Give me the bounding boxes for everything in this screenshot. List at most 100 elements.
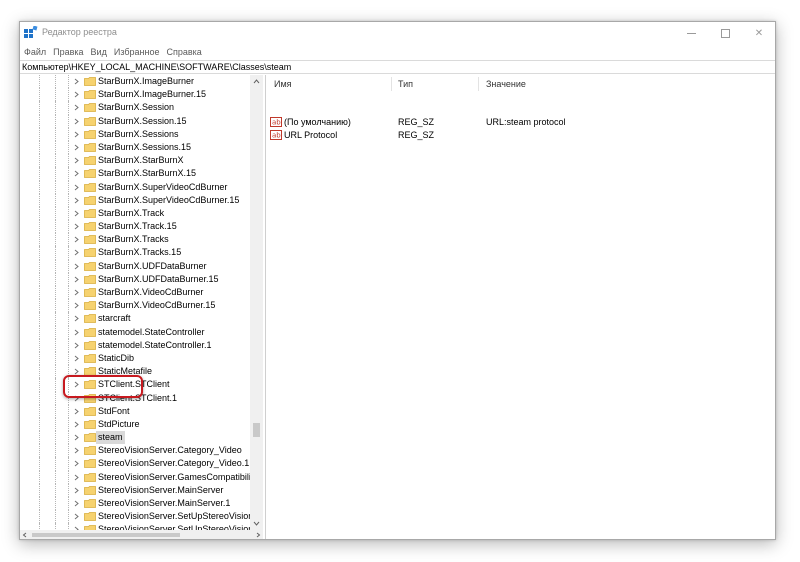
chevron-right-icon[interactable]	[73, 144, 80, 151]
tree-item[interactable]: StereoVisionServer.GamesCompatibility	[20, 470, 258, 484]
tree-item[interactable]: StarBurnX.SuperVideoCdBurner	[20, 180, 250, 194]
chevron-right-icon[interactable]	[73, 421, 80, 428]
maximize-button[interactable]	[709, 22, 741, 44]
tree-item[interactable]: StarBurnX.Tracks	[20, 233, 250, 247]
chevron-right-icon[interactable]	[73, 329, 80, 336]
chevron-right-icon[interactable]	[73, 513, 80, 520]
chevron-right-icon[interactable]	[73, 315, 80, 322]
tree-item[interactable]: StereoVisionServer.SetUpStereoVision	[20, 510, 253, 524]
tree-item-selected[interactable]: steam	[20, 431, 250, 445]
chevron-right-icon[interactable]	[73, 170, 80, 177]
tree-item[interactable]: StdFont	[20, 404, 250, 418]
chevron-right-icon[interactable]	[73, 342, 80, 349]
tree-item[interactable]: StarBurnX.ImageBurner.15	[20, 88, 250, 102]
tree-item[interactable]: StereoVisionServer.Category_Video.1	[20, 457, 250, 471]
pane-splitter[interactable]	[265, 75, 266, 539]
chevron-right-icon[interactable]	[73, 447, 80, 454]
tree-item[interactable]: statemodel.StateController.1	[20, 338, 250, 352]
column-header-type[interactable]: Тип	[398, 79, 413, 89]
tree-item[interactable]: StereoVisionServer.SetUpStereoVision.1	[20, 523, 261, 530]
close-button[interactable]: ✕	[743, 22, 775, 44]
tree-item[interactable]: StarBurnX.UDFDataBurner.15	[20, 272, 250, 286]
scroll-down-icon[interactable]	[253, 520, 260, 527]
tree-guide-line	[55, 299, 56, 313]
folder-icon	[84, 248, 96, 258]
chevron-right-icon[interactable]	[73, 289, 80, 296]
tree-item[interactable]: StereoVisionServer.MainServer	[20, 483, 250, 497]
chevron-right-icon[interactable]	[73, 263, 80, 270]
column-separator[interactable]	[478, 77, 479, 91]
tree-item[interactable]: StarBurnX.Tracks.15	[20, 246, 250, 260]
value-row[interactable]: ab URL Protocol REG_SZ	[267, 129, 775, 142]
tree-item-label: StarBurnX.Track	[98, 207, 165, 218]
chevron-right-icon[interactable]	[73, 118, 80, 125]
chevron-right-icon[interactable]	[73, 302, 80, 309]
tree-item[interactable]: StarBurnX.Sessions	[20, 127, 250, 141]
tree-guide-line	[68, 470, 69, 484]
chevron-right-icon[interactable]	[73, 157, 80, 164]
minimize-button[interactable]	[675, 22, 707, 44]
tree-scroll-thumb[interactable]	[253, 423, 260, 437]
menu-favorites[interactable]: Избранное	[114, 47, 160, 57]
chevron-right-icon[interactable]	[73, 500, 80, 507]
tree-item[interactable]: StarBurnX.UDFDataBurner	[20, 259, 250, 273]
tree-vertical-scrollbar[interactable]	[250, 75, 263, 530]
chevron-right-icon[interactable]	[73, 78, 80, 85]
tree-hscroll-thumb[interactable]	[32, 533, 180, 537]
tree-item[interactable]: StarBurnX.Track.15	[20, 220, 250, 234]
column-header-data[interactable]: Значение	[486, 79, 526, 89]
chevron-right-icon[interactable]	[73, 249, 80, 256]
tree-item[interactable]: StarBurnX.StarBurnX	[20, 154, 250, 168]
chevron-right-icon[interactable]	[73, 434, 80, 441]
tree-item[interactable]: StereoVisionServer.Category_Video	[20, 444, 250, 458]
tree-item[interactable]: StarBurnX.ImageBurner	[20, 75, 250, 89]
chevron-right-icon[interactable]	[73, 487, 80, 494]
tree-guide-line	[68, 510, 69, 524]
tree-item[interactable]: StdPicture	[20, 417, 250, 432]
tree-item[interactable]: statemodel.StateController	[20, 325, 250, 339]
scroll-right-icon[interactable]	[255, 532, 261, 538]
close-icon: ✕	[754, 27, 764, 39]
tree-item[interactable]: StarBurnX.SuperVideoCdBurner.15	[20, 193, 250, 207]
tree-item[interactable]: StereoVisionServer.MainServer.1	[20, 497, 250, 511]
column-separator[interactable]	[391, 77, 392, 91]
chevron-right-icon[interactable]	[73, 276, 80, 283]
chevron-right-icon[interactable]	[73, 474, 80, 481]
title-bar[interactable]: Редактор реестра ✕	[20, 22, 775, 44]
chevron-right-icon[interactable]	[73, 197, 80, 204]
tree-item[interactable]: StarBurnX.VideoCdBurner	[20, 286, 250, 300]
folder-icon	[84, 116, 96, 126]
menu-help[interactable]: Справка	[166, 47, 201, 57]
chevron-right-icon[interactable]	[73, 184, 80, 191]
tree-horizontal-scrollbar[interactable]	[20, 530, 263, 539]
tree-item[interactable]: StarBurnX.Session	[20, 101, 250, 115]
tree-item[interactable]: starcraft	[20, 312, 250, 326]
chevron-right-icon[interactable]	[73, 131, 80, 138]
tree-item[interactable]: StarBurnX.StarBurnX.15	[20, 167, 250, 181]
chevron-right-icon[interactable]	[73, 210, 80, 217]
tree-item[interactable]: StarBurnX.VideoCdBurner.15	[20, 299, 250, 313]
tree-item[interactable]: StarBurnX.Session.15	[20, 114, 250, 128]
scroll-up-icon[interactable]	[253, 78, 260, 85]
value-row[interactable]: ab (По умолчанию) REG_SZ URL:steam proto…	[267, 116, 775, 129]
column-header-name[interactable]: Имя	[274, 79, 292, 89]
chevron-right-icon[interactable]	[73, 460, 80, 467]
scroll-left-icon[interactable]	[22, 532, 28, 538]
tree-guide-line	[68, 206, 69, 221]
menu-view[interactable]: Вид	[91, 47, 107, 57]
tree-item[interactable]: StaticDib	[20, 351, 250, 366]
chevron-right-icon[interactable]	[73, 104, 80, 111]
tree-guide-line	[55, 193, 56, 207]
folder-icon	[84, 340, 96, 350]
tree-item[interactable]: StarBurnX.Track	[20, 206, 250, 221]
chevron-right-icon[interactable]	[73, 408, 80, 415]
chevron-right-icon[interactable]	[73, 223, 80, 230]
chevron-right-icon[interactable]	[73, 91, 80, 98]
menu-edit[interactable]: Правка	[53, 47, 83, 57]
address-bar[interactable]: Компьютер\HKEY_LOCAL_MACHINE\SOFTWARE\Cl…	[20, 60, 775, 74]
menu-file[interactable]: Файл	[24, 47, 46, 57]
chevron-right-icon[interactable]	[73, 355, 80, 362]
folder-icon	[84, 459, 96, 469]
chevron-right-icon[interactable]	[73, 236, 80, 243]
tree-item[interactable]: StarBurnX.Sessions.15	[20, 140, 250, 155]
